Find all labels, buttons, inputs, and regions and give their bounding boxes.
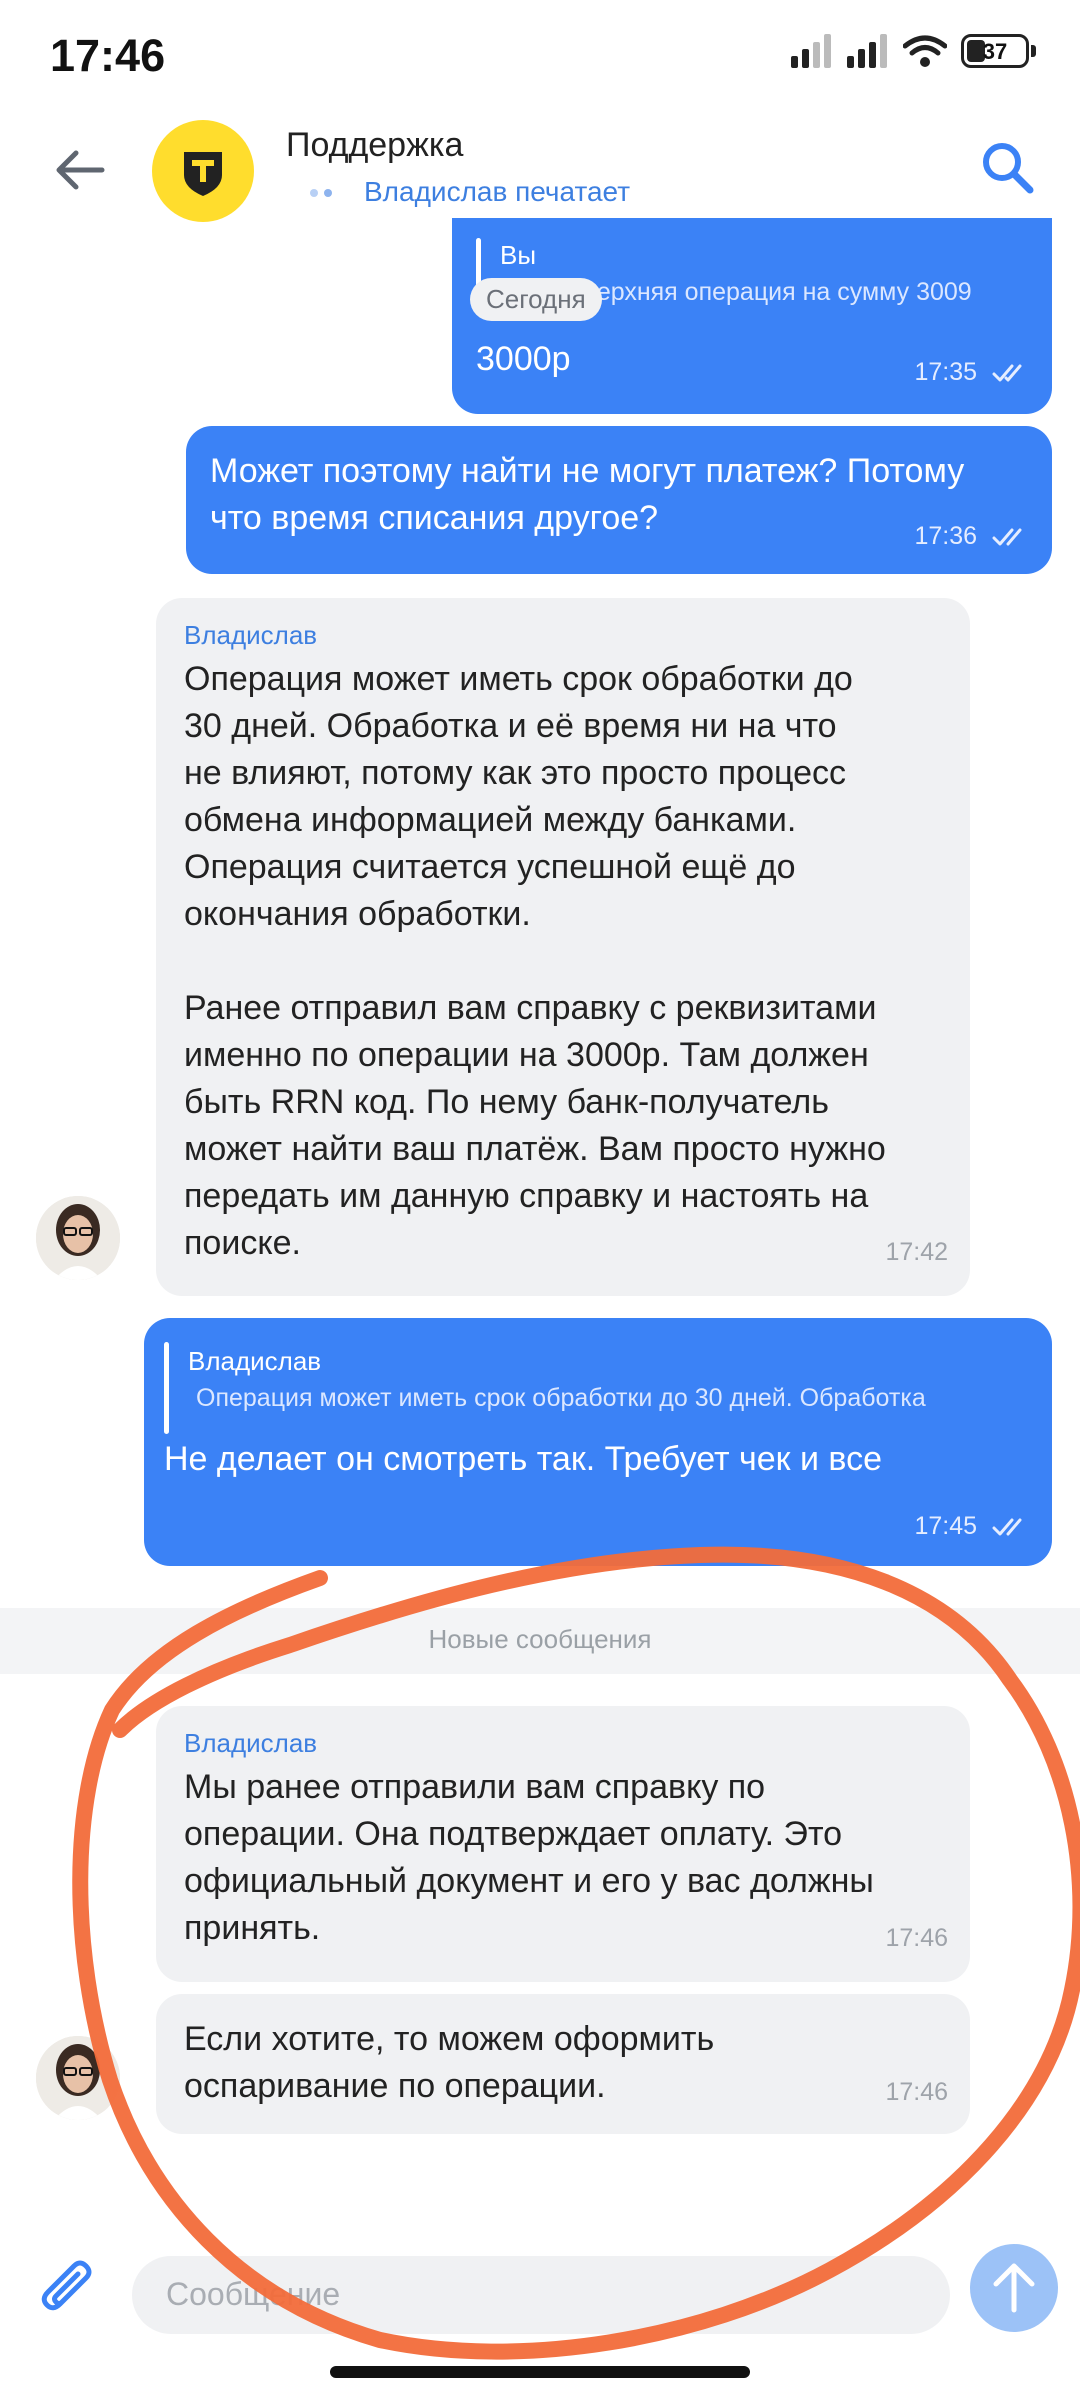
message-text: Мы ранее отправили вам справку по операц…: [184, 1768, 874, 1947]
home-indicator: [330, 2366, 750, 2378]
message-time: 17:36: [914, 522, 1030, 551]
typing-status: Владислав печатает: [364, 176, 631, 207]
read-checkmarks-icon: [992, 364, 1022, 382]
message-text: Если хотите, то можем оформить оспариван…: [184, 2020, 715, 2105]
message-time: 17:46: [885, 2078, 948, 2106]
date-pill: Сегодня: [470, 278, 602, 321]
battery-level: 37: [982, 39, 1008, 64]
message-text: Операция может иметь срок обработки до 3…: [184, 660, 886, 1262]
operator-avatar: [36, 1196, 120, 1280]
battery-icon: 37: [961, 34, 1029, 68]
message-outgoing[interactable]: Может поэтому найти не могут платеж? Пот…: [186, 426, 1052, 574]
read-checkmarks-icon: [992, 1518, 1022, 1536]
status-icons: 37: [791, 34, 1036, 68]
operator-avatar: [36, 2036, 120, 2120]
signal-icon: [791, 34, 831, 68]
message-input[interactable]: Сообщение: [132, 2256, 950, 2334]
message-text: 3000р: [476, 340, 571, 378]
new-messages-divider: Новые сообщения: [0, 1608, 1080, 1674]
chat-title: Поддержка: [286, 126, 464, 164]
message-sender: Владислав: [184, 620, 318, 650]
arrow-up-icon: [993, 2263, 1035, 2313]
message-incoming[interactable]: Владислав Мы ранее отправили вам справку…: [156, 1706, 970, 1982]
message-time: 17:42: [885, 1238, 948, 1266]
typing-dots-icon: [310, 189, 332, 197]
bank-shield-icon: [184, 152, 222, 196]
quote-text: Операция может иметь срок обработки до 3…: [196, 1384, 926, 1412]
message-outgoing[interactable]: Владислав Операция может иметь срок обра…: [144, 1318, 1052, 1566]
search-icon[interactable]: [978, 138, 1036, 196]
status-time: 17:46: [50, 30, 166, 81]
message-sender: Владислав: [184, 1728, 318, 1758]
message-time: 17:46: [885, 1924, 948, 1952]
paperclip-icon[interactable]: [36, 2258, 102, 2324]
message-incoming[interactable]: Владислав Операция может иметь срок обра…: [156, 598, 970, 1296]
message-time: 17:45: [914, 1512, 1030, 1541]
new-messages-label: Новые сообщения: [428, 1624, 652, 1654]
message-time: 17:35: [914, 358, 1030, 387]
message-incoming[interactable]: Если хотите, то можем оформить оспариван…: [156, 1994, 970, 2134]
message-text: Не делает он смотреть так. Требует чек и…: [164, 1440, 883, 1478]
signal-2-icon: [847, 34, 887, 68]
wifi-icon: [903, 35, 947, 67]
read-checkmarks-icon: [992, 528, 1022, 546]
support-logo[interactable]: [152, 120, 254, 222]
send-button[interactable]: [970, 2244, 1058, 2332]
back-arrow-icon[interactable]: [50, 140, 110, 200]
quote-author: Владислав: [188, 1346, 322, 1376]
quote-author: Вы: [500, 240, 537, 270]
message-text: Может поэтому найти не могут платеж? Пот…: [210, 452, 965, 537]
